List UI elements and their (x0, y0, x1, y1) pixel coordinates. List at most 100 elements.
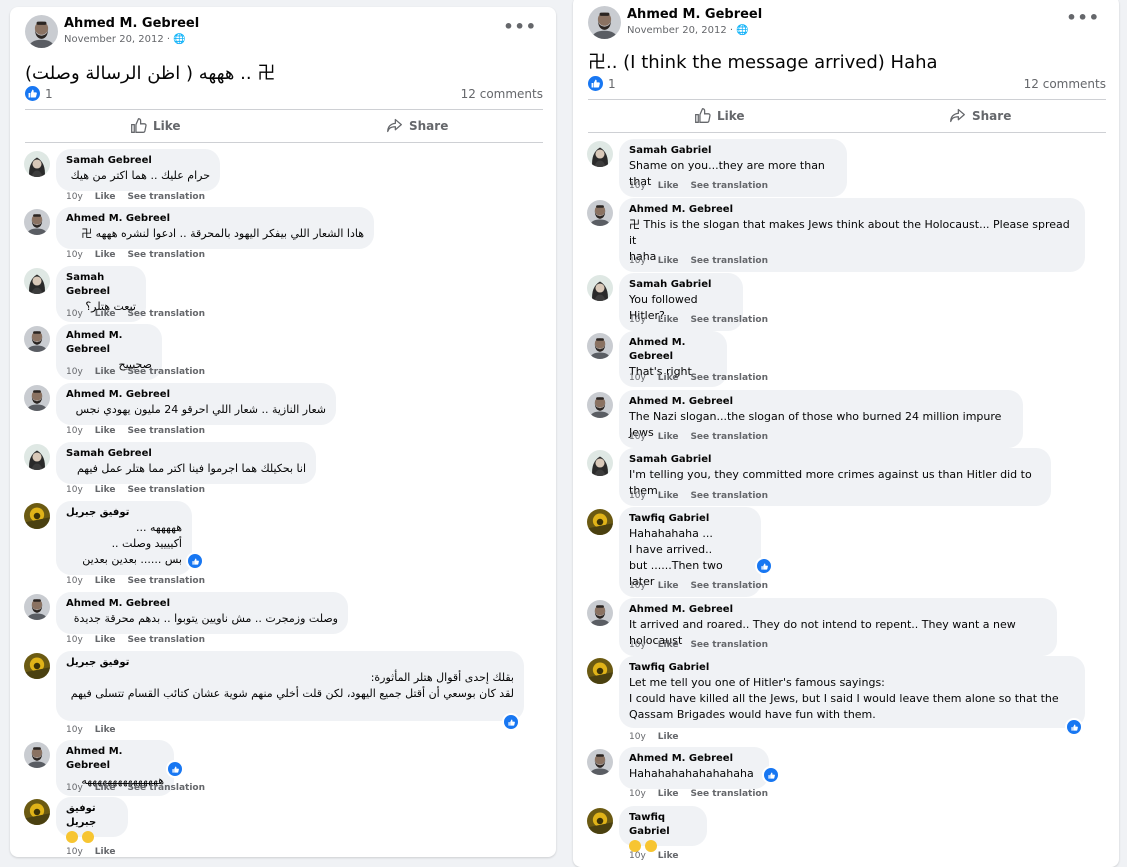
comment-time[interactable]: 10y (629, 640, 646, 650)
comment-like-button[interactable]: Like (658, 315, 679, 325)
comment-like-button[interactable]: Like (95, 367, 116, 377)
commenter-avatar[interactable] (24, 594, 50, 620)
commenter-name[interactable]: توفيق جبريل (66, 802, 118, 830)
commenter-avatar[interactable] (24, 799, 50, 825)
comment-like-badge[interactable] (166, 760, 184, 778)
comment-time[interactable]: 10y (629, 315, 646, 325)
commenter-name[interactable]: Tawfiq Gabriel (629, 661, 1075, 675)
thumbs-up-icon[interactable] (25, 86, 40, 101)
see-translation-button[interactable]: See translation (127, 635, 205, 645)
see-translation-button[interactable]: See translation (690, 640, 768, 650)
comment-time[interactable]: 10y (629, 432, 646, 442)
comment-time[interactable]: 10y (66, 783, 83, 793)
reaction-count[interactable]: 1 (45, 87, 53, 101)
comment-like-button[interactable]: Like (658, 851, 679, 861)
commenter-name[interactable]: Ahmed M. Gebreel (66, 745, 164, 773)
see-translation-button[interactable]: See translation (127, 485, 205, 495)
comment-time[interactable]: 10y (66, 847, 83, 857)
commenter-name[interactable]: Tawfiq Gabriel (629, 512, 751, 526)
post-date[interactable]: November 20, 2012 · 🌐 (64, 34, 186, 45)
comment-like-badge[interactable] (755, 557, 773, 575)
commenter-name[interactable]: Ahmed M. Gebreel (629, 336, 717, 364)
commenter-avatar[interactable] (587, 749, 613, 775)
commenter-name[interactable]: Ahmed M. Gebreel (66, 388, 326, 402)
commenter-avatar[interactable] (24, 503, 50, 529)
comment-time[interactable]: 10y (629, 491, 646, 501)
commenter-name[interactable]: Samah Gebreel (66, 447, 306, 461)
see-translation-button[interactable]: See translation (690, 789, 768, 799)
commenter-avatar[interactable] (587, 450, 613, 476)
see-translation-button[interactable]: See translation (690, 491, 768, 501)
commenter-avatar[interactable] (24, 151, 50, 177)
comment-time[interactable]: 10y (66, 426, 83, 436)
see-translation-button[interactable]: See translation (690, 373, 768, 383)
commenter-avatar[interactable] (587, 658, 613, 684)
commenter-avatar[interactable] (587, 275, 613, 301)
commenter-name[interactable]: Ahmed M. Gebreel (629, 395, 1013, 409)
commenter-avatar[interactable] (24, 209, 50, 235)
commenter-name[interactable]: Ahmed M. Gebreel (629, 603, 1047, 617)
commenter-avatar[interactable] (587, 200, 613, 226)
comment-time[interactable]: 10y (629, 256, 646, 266)
author-name[interactable]: Ahmed M. Gebreel (64, 16, 199, 31)
commenter-name[interactable]: Samah Gebreel (66, 271, 136, 299)
post-date[interactable]: November 20, 2012 · 🌐 (627, 25, 749, 36)
comment-like-button[interactable]: Like (95, 783, 116, 793)
see-translation-button[interactable]: See translation (127, 192, 205, 202)
comment-like-button[interactable]: Like (658, 491, 679, 501)
share-button[interactable]: Share (949, 107, 1011, 124)
comment-like-button[interactable]: Like (95, 309, 116, 319)
see-translation-button[interactable]: See translation (690, 256, 768, 266)
comment-like-button[interactable]: Like (95, 576, 116, 586)
comment-time[interactable]: 10y (629, 732, 646, 742)
comment-time[interactable]: 10y (629, 851, 646, 861)
commenter-name[interactable]: Ahmed M. Gebreel (66, 329, 152, 357)
commenter-avatar[interactable] (24, 742, 50, 768)
comment-like-button[interactable]: Like (658, 181, 679, 191)
comment-like-button[interactable]: Like (95, 635, 116, 645)
commenter-name[interactable]: Ahmed M. Gebreel (66, 597, 338, 611)
see-translation-button[interactable]: See translation (127, 367, 205, 377)
comment-time[interactable]: 10y (66, 367, 83, 377)
like-button[interactable]: Like (130, 117, 181, 134)
comment-time[interactable]: 10y (66, 250, 83, 260)
comments-count[interactable]: 12 comments (461, 87, 543, 101)
commenter-avatar[interactable] (587, 392, 613, 418)
commenter-avatar[interactable] (24, 653, 50, 679)
author-avatar[interactable] (25, 15, 58, 48)
commenter-name[interactable]: Ahmed M. Gebreel (629, 752, 759, 766)
commenter-avatar[interactable] (587, 333, 613, 359)
more-options-icon[interactable]: ••• (503, 17, 537, 36)
comment-like-button[interactable]: Like (95, 847, 116, 857)
see-translation-button[interactable]: See translation (690, 581, 768, 591)
comment-like-button[interactable]: Like (95, 725, 116, 735)
comment-like-button[interactable]: Like (658, 789, 679, 799)
see-translation-button[interactable]: See translation (127, 309, 205, 319)
commenter-name[interactable]: Samah Gabriel (629, 144, 837, 158)
see-translation-button[interactable]: See translation (127, 576, 205, 586)
comment-like-badge[interactable] (186, 552, 204, 570)
reaction-count[interactable]: 1 (608, 77, 616, 91)
commenter-name[interactable]: توفيق جبريل (66, 506, 182, 520)
commenter-name[interactable]: توفيق جبريل (66, 656, 514, 670)
commenter-avatar[interactable] (587, 509, 613, 535)
comment-time[interactable]: 10y (629, 373, 646, 383)
comment-like-button[interactable]: Like (95, 485, 116, 495)
comment-time[interactable]: 10y (66, 192, 83, 202)
like-button[interactable]: Like (694, 107, 745, 124)
more-options-icon[interactable]: ••• (1066, 8, 1100, 27)
comment-time[interactable]: 10y (629, 181, 646, 191)
comment-like-badge[interactable] (762, 766, 780, 784)
comment-like-button[interactable]: Like (658, 640, 679, 650)
commenter-name[interactable]: Ahmed M. Gebreel (66, 212, 364, 226)
comment-time[interactable]: 10y (66, 485, 83, 495)
thumbs-up-icon[interactable] (588, 76, 603, 91)
comment-like-button[interactable]: Like (95, 426, 116, 436)
commenter-name[interactable]: Samah Gebreel (66, 154, 210, 168)
comment-time[interactable]: 10y (629, 789, 646, 799)
comment-time[interactable]: 10y (66, 576, 83, 586)
commenter-avatar[interactable] (24, 444, 50, 470)
comment-like-badge[interactable] (1065, 718, 1083, 736)
author-avatar[interactable] (588, 6, 621, 39)
see-translation-button[interactable]: See translation (690, 315, 768, 325)
